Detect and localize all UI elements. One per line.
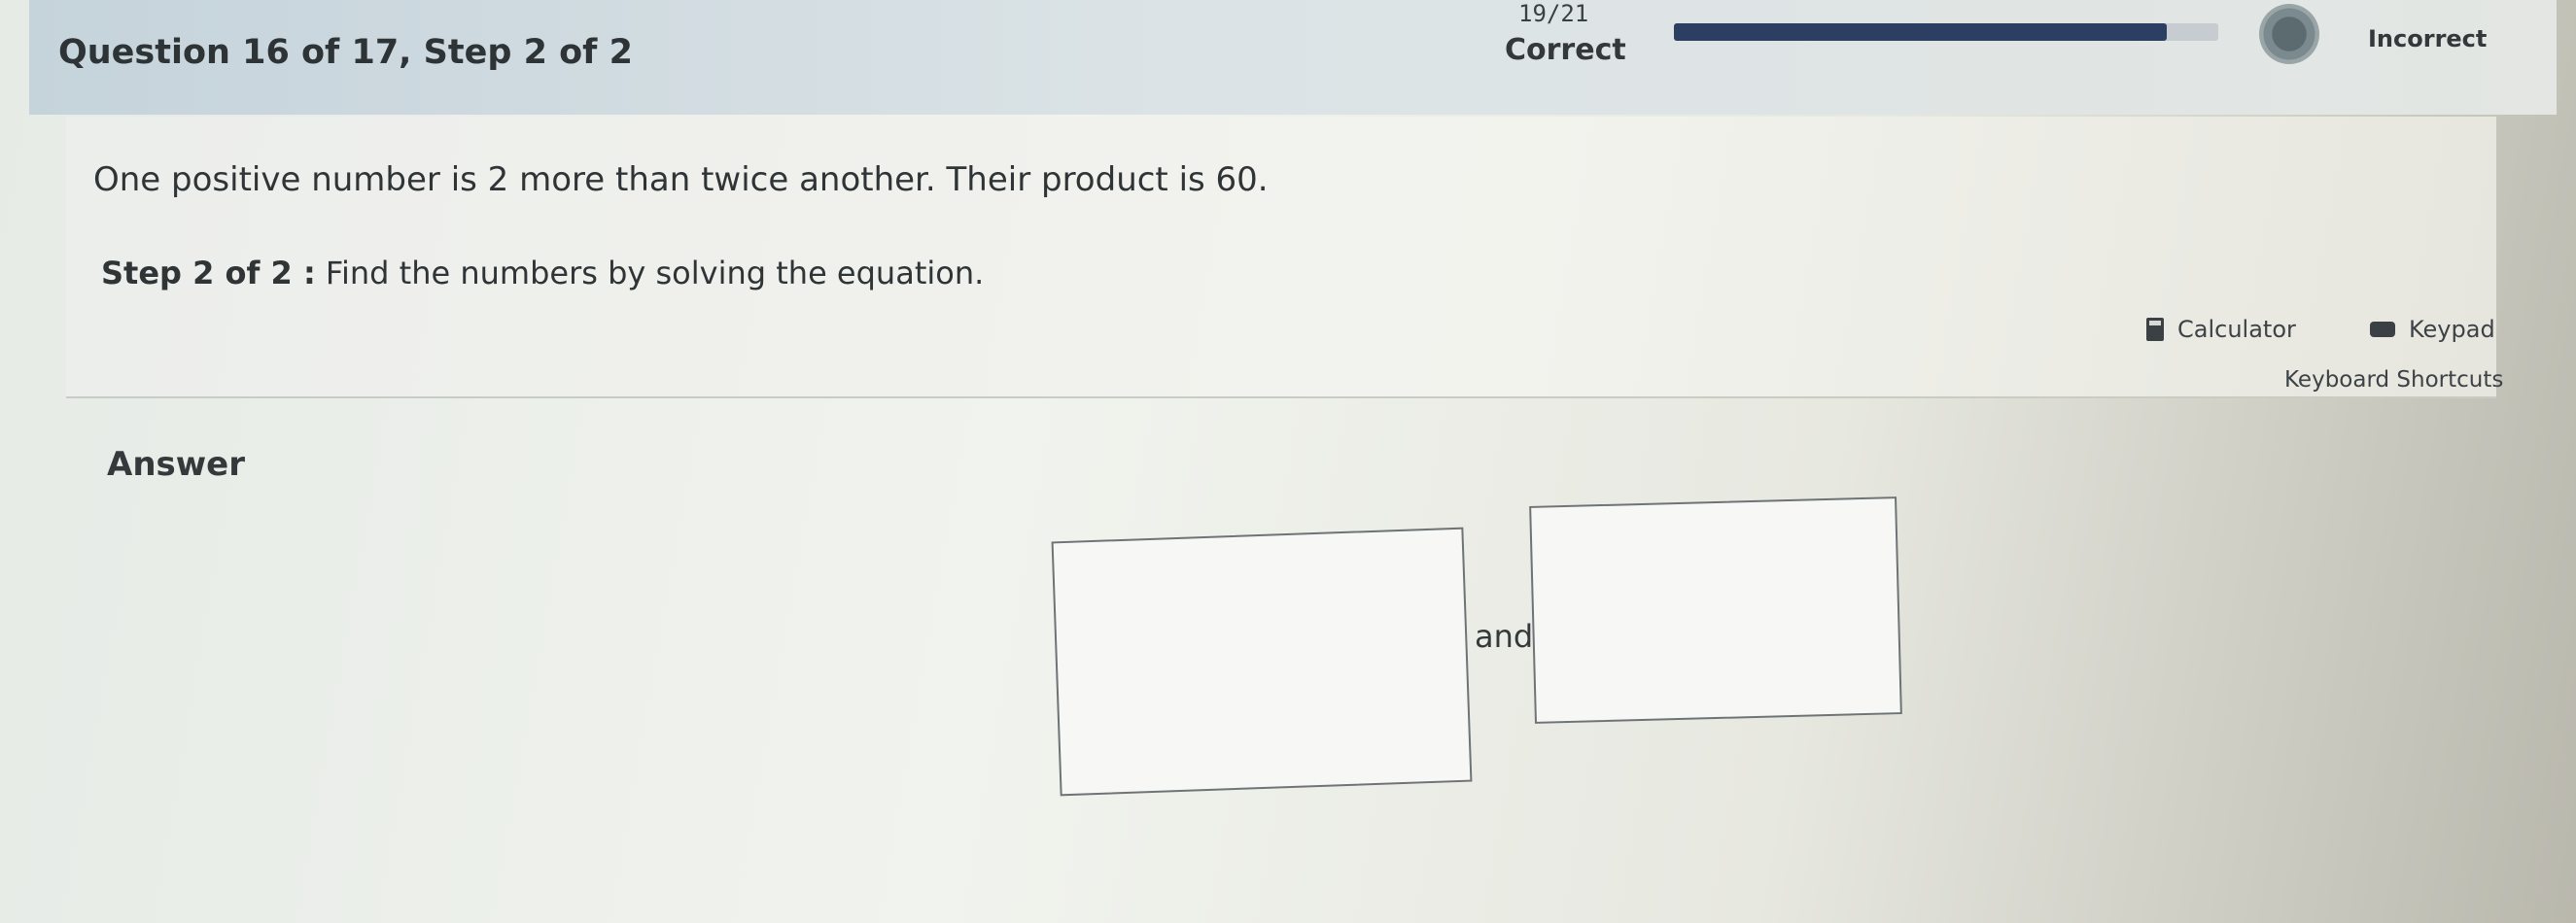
progress-bar <box>1674 23 2218 41</box>
step-instruction: Step 2 of 2 : Find the numbers by solvin… <box>101 255 984 291</box>
keyboard-shortcuts-link[interactable]: Keyboard Shortcuts <box>2284 367 2503 393</box>
answer-label: Answer <box>107 445 245 484</box>
keypad-icon <box>2370 322 2395 337</box>
calculator-button[interactable]: Calculator <box>2146 316 2296 343</box>
progress-fill <box>1674 23 2167 41</box>
incorrect-label: Incorrect <box>2368 25 2488 52</box>
problem-statement: One positive number is 2 more than twice… <box>93 160 1269 199</box>
answer-input-first[interactable] <box>1051 527 1473 797</box>
keypad-button[interactable]: Keypad <box>2370 316 2495 343</box>
keypad-label: Keypad <box>2409 316 2495 343</box>
calculator-icon <box>2146 318 2164 341</box>
tools-panel: Calculator Keypad <box>2127 306 2506 374</box>
calculator-label: Calculator <box>2177 316 2296 343</box>
score-count: 19/21 <box>1518 0 1589 27</box>
question-title: Question 16 of 17, Step 2 of 2 <box>58 33 633 72</box>
screen: Question 16 of 17, Step 2 of 2 19/21 Cor… <box>0 0 2576 923</box>
and-label: and <box>1475 618 1534 655</box>
answer-input-second[interactable] <box>1529 496 1902 724</box>
step-label: Step 2 of 2 : <box>101 255 316 291</box>
step-text: Find the numbers by solving the equation… <box>325 255 985 291</box>
correct-label: Correct <box>1505 33 1626 67</box>
score-donut-icon <box>2259 4 2319 64</box>
